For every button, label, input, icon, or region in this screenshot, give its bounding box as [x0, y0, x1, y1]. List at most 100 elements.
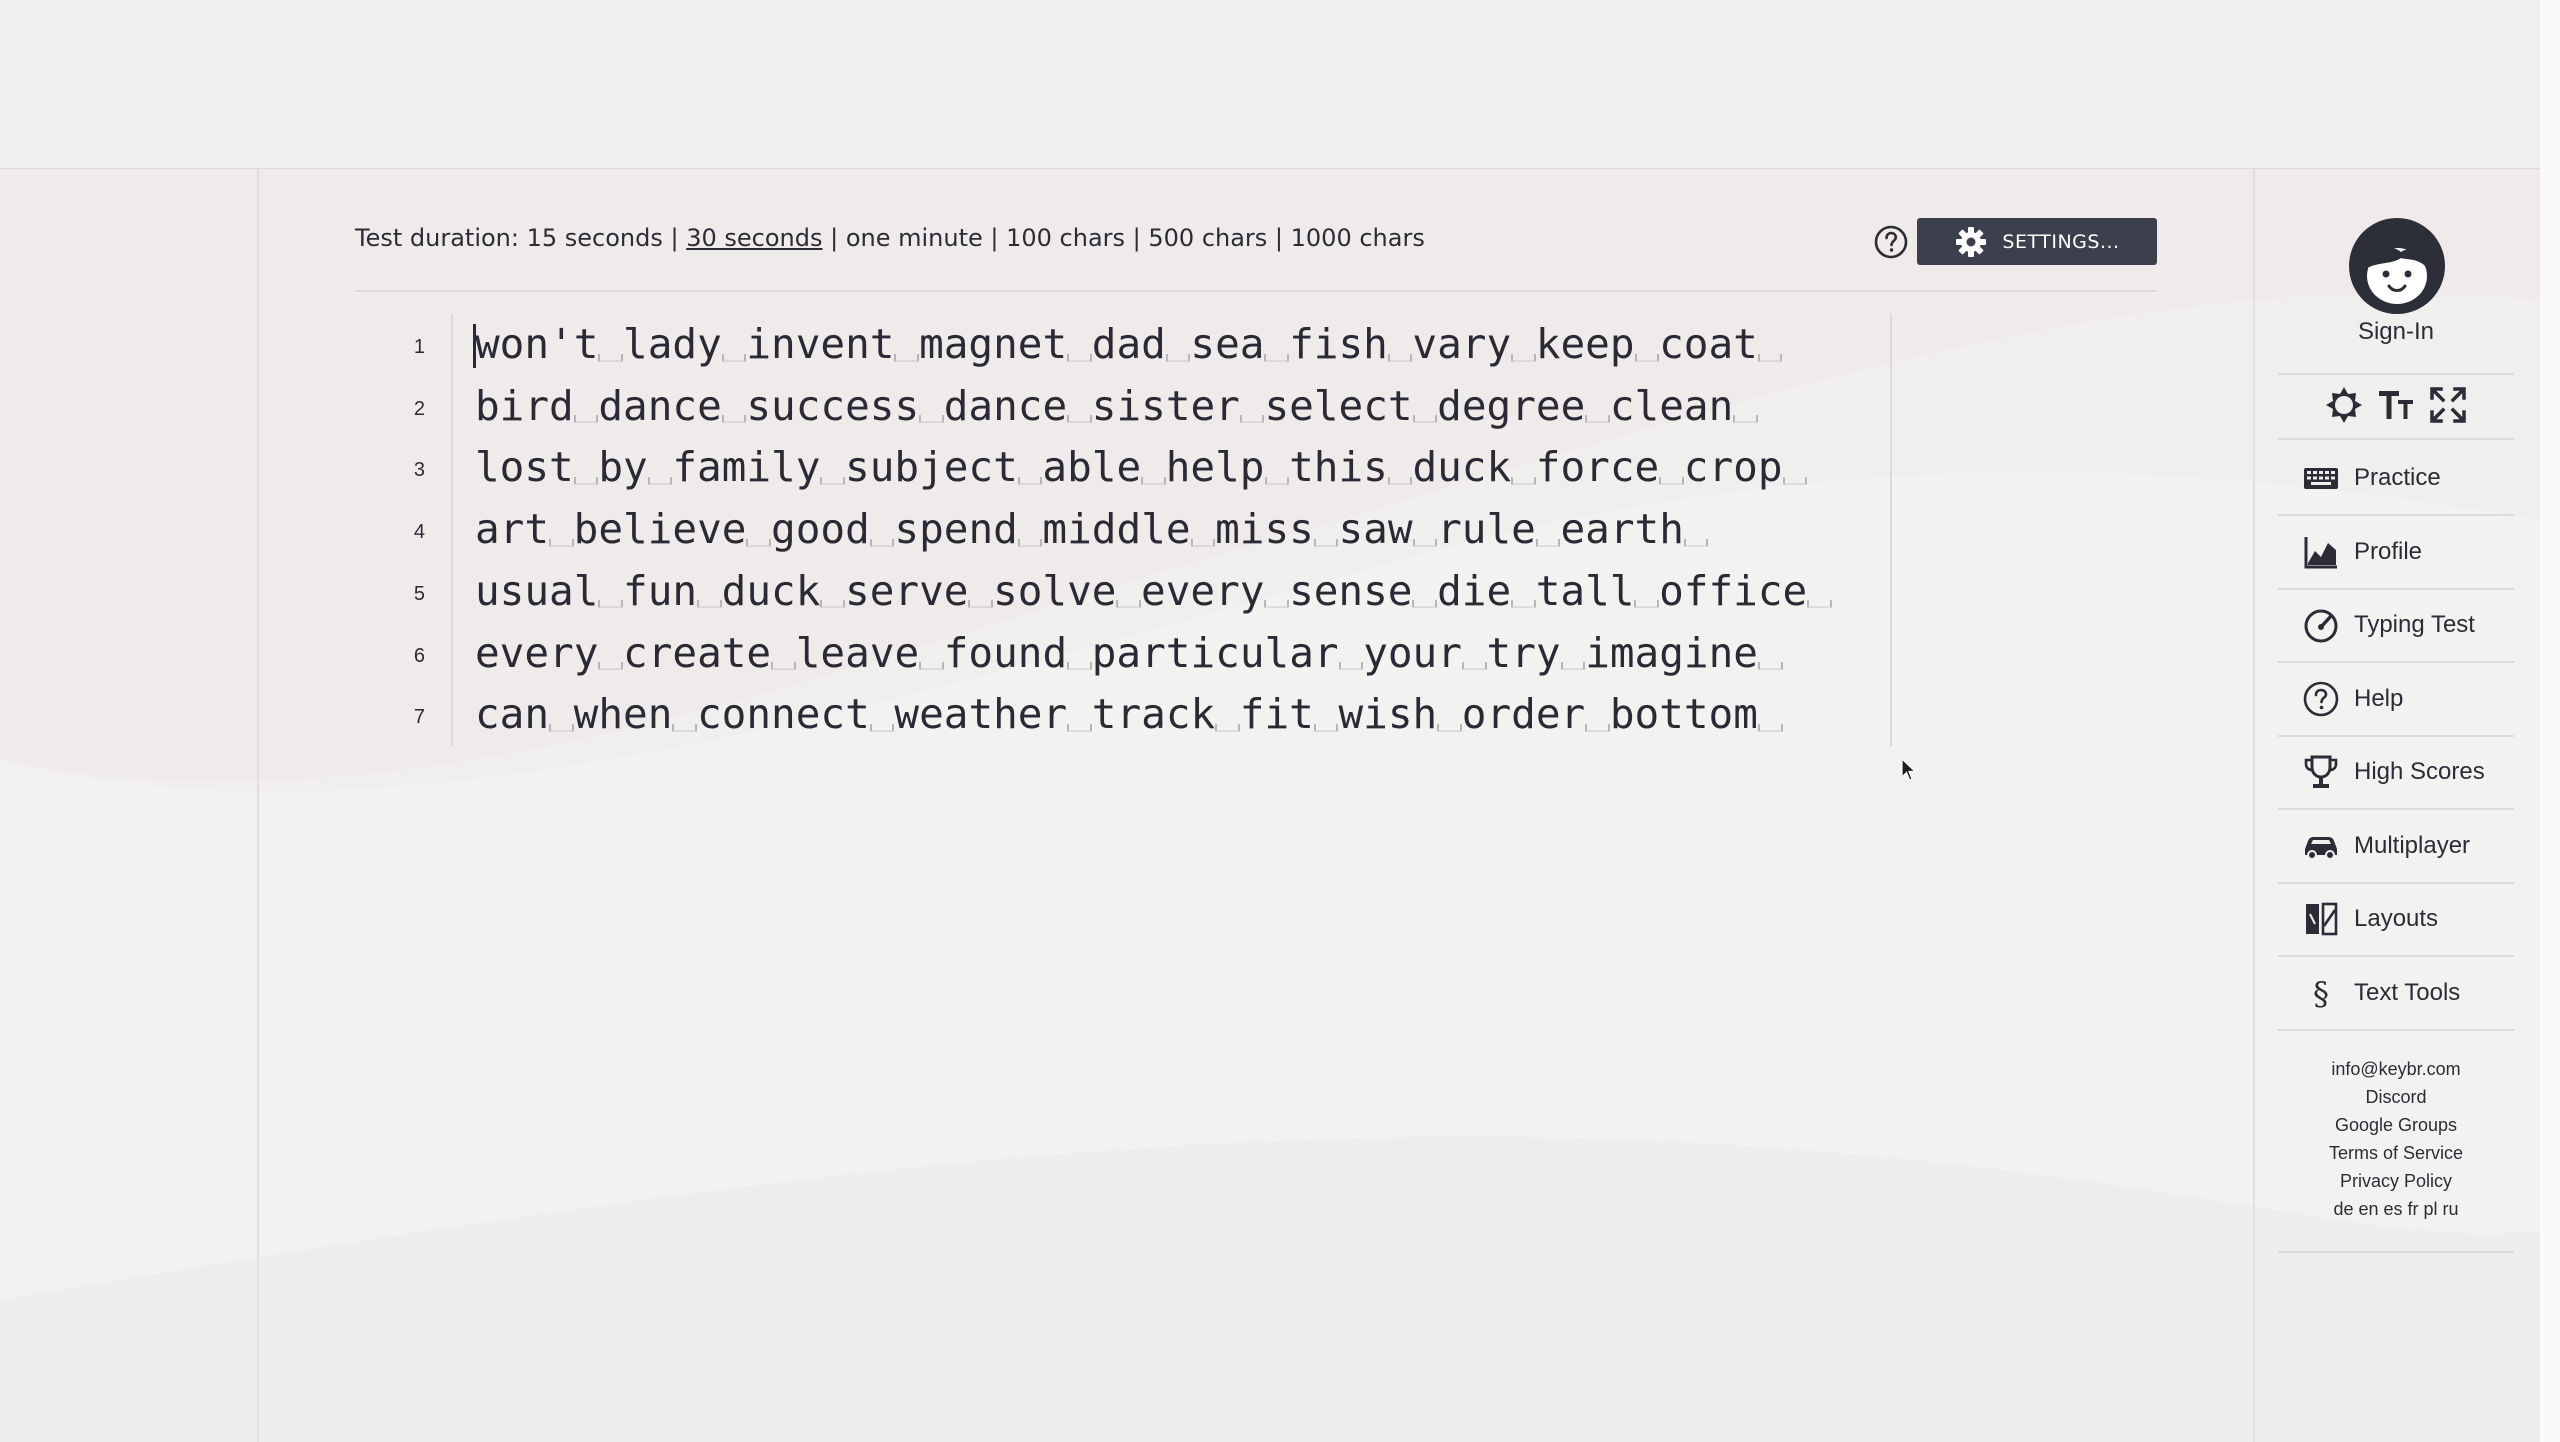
space-marker [1313, 538, 1339, 546]
word: particular [1091, 628, 1339, 677]
space-marker [573, 415, 599, 423]
sidebar-item-label: High Scores [2354, 758, 2485, 785]
word: clean [1609, 381, 1734, 430]
space-marker [1165, 353, 1191, 361]
word: your [1363, 628, 1462, 677]
divider [2278, 438, 2514, 440]
line-number: 1 [413, 336, 425, 358]
duration-option[interactable]: one minute [846, 224, 983, 252]
avatar-icon[interactable] [2349, 218, 2445, 314]
line-number: 4 [413, 521, 425, 544]
word: coat [1659, 320, 1758, 368]
duration-option[interactable]: 30 seconds [686, 224, 822, 252]
word: try [1486, 628, 1561, 677]
divider [2278, 1251, 2514, 1253]
word: fish [1289, 320, 1388, 368]
help-icon[interactable] [1873, 224, 1909, 260]
word: lady [623, 320, 722, 368]
line-number: 2 [413, 397, 425, 420]
sidebar-item-high-scores[interactable]: High Scores [2278, 736, 2514, 810]
space-marker [869, 723, 895, 731]
sign-in-link[interactable]: Sign-In [2278, 318, 2514, 346]
word: leave [795, 628, 920, 677]
space-marker [1461, 662, 1487, 670]
footer-link[interactable]: info@keybr.com [2278, 1055, 2514, 1083]
space-marker [573, 476, 599, 485]
space-marker [721, 415, 747, 423]
word: sense [1289, 566, 1413, 615]
space-marker [919, 662, 944, 670]
space-marker [1264, 353, 1290, 361]
footer-links: info@keybr.com Discord Google Groups Terms … [2278, 1055, 2514, 1223]
word: fit [1239, 690, 1314, 739]
sidebar-item-label: Help [2354, 684, 2404, 712]
word: lost [475, 443, 574, 492]
word: tall [1535, 566, 1635, 615]
space-marker [721, 353, 747, 361]
text-caret [473, 324, 476, 368]
svg-text:§: § [2313, 975, 2329, 1012]
typing-area[interactable]: 1 won't lady invent magnet dad sea fish vary keep… [355, 314, 1892, 746]
space-marker [1683, 538, 1709, 546]
sidebar-item-help[interactable]: Help [2278, 663, 2514, 737]
word: office [1659, 566, 1808, 615]
space-marker [672, 723, 697, 731]
keyboard-icon [2302, 459, 2340, 497]
word: usual [475, 566, 599, 615]
footer-link[interactable]: Privacy Policy [2278, 1167, 2514, 1195]
footer-link[interactable]: de en es fr pl ru [2278, 1195, 2514, 1223]
space-marker [1141, 476, 1166, 485]
word: magnet [919, 320, 1068, 368]
help-icon [2302, 680, 2340, 718]
word: dad [1091, 320, 1166, 368]
settings-button[interactable]: SETTINGS... [1917, 218, 2157, 265]
separator: | [1267, 224, 1291, 252]
sidebar-item-label: Typing Test [2354, 611, 2475, 638]
word: invent [746, 320, 895, 368]
space-marker [1511, 600, 1536, 608]
space-marker [1437, 723, 1462, 731]
line-text: usual fun duck serve solve every sense die tall o… [475, 561, 1832, 622]
word: duck [721, 566, 821, 615]
sidebar-item-multiplayer[interactable]: Multiplayer [2278, 810, 2514, 884]
line-text: every create leave found particular your try im… [475, 623, 1783, 684]
word: die [1437, 566, 1512, 615]
text-line: 3 lost by family subject able help this duck forc… [355, 437, 1890, 498]
duration-option[interactable]: 500 chars [1148, 224, 1267, 252]
word: serve [845, 566, 969, 615]
footer-link[interactable]: Terms of Service [2278, 1139, 2514, 1167]
sidebar-item-profile[interactable]: Profile [2278, 516, 2514, 590]
word: earth [1560, 505, 1684, 554]
duration-option[interactable]: 100 chars [1006, 224, 1125, 252]
space-marker [1412, 538, 1438, 546]
space-marker [1239, 415, 1265, 423]
space-marker [549, 723, 574, 731]
text-line: 4 art believe good spend middle miss saw rule ear… [355, 499, 1890, 560]
space-marker [1017, 538, 1043, 546]
space-marker [1585, 415, 1610, 423]
duration-option[interactable]: 15 seconds [527, 224, 663, 252]
scrollbar-track[interactable] [2540, 0, 2560, 1442]
line-text: bird dance success dance sister select degree c… [475, 376, 1758, 437]
space-marker [1067, 662, 1092, 670]
word: won't [475, 320, 599, 368]
sidebar-item-practice[interactable]: Practice [2278, 442, 2514, 516]
fullscreen-icon[interactable] [2428, 385, 2468, 425]
footer-link[interactable]: Google Groups [2278, 1111, 2514, 1139]
separator: | [982, 224, 1007, 252]
word: miss [1215, 505, 1314, 554]
footer-link[interactable]: Discord [2278, 1083, 2514, 1111]
space-marker [1264, 600, 1290, 608]
sidebar-item-text-tools[interactable]: § Text Tools [2278, 957, 2514, 1031]
duration-option[interactable]: 1000 chars [1291, 224, 1425, 252]
settings-label: SETTINGS... [2002, 230, 2120, 253]
sidebar-item-label: Text Tools [2354, 978, 2461, 1006]
font-size-icon[interactable] [2376, 385, 2416, 425]
word: saw [1338, 505, 1413, 554]
sidebar-item-typing-test[interactable]: Typing Test [2278, 589, 2514, 663]
theme-icon[interactable] [2324, 385, 2364, 425]
sidebar-item-layouts[interactable]: Layouts [2278, 883, 2514, 957]
word: when [573, 690, 673, 739]
text-line: 2 bird dance success dance sister select degree… [355, 376, 1890, 437]
mouse-cursor-icon [1901, 758, 1917, 781]
